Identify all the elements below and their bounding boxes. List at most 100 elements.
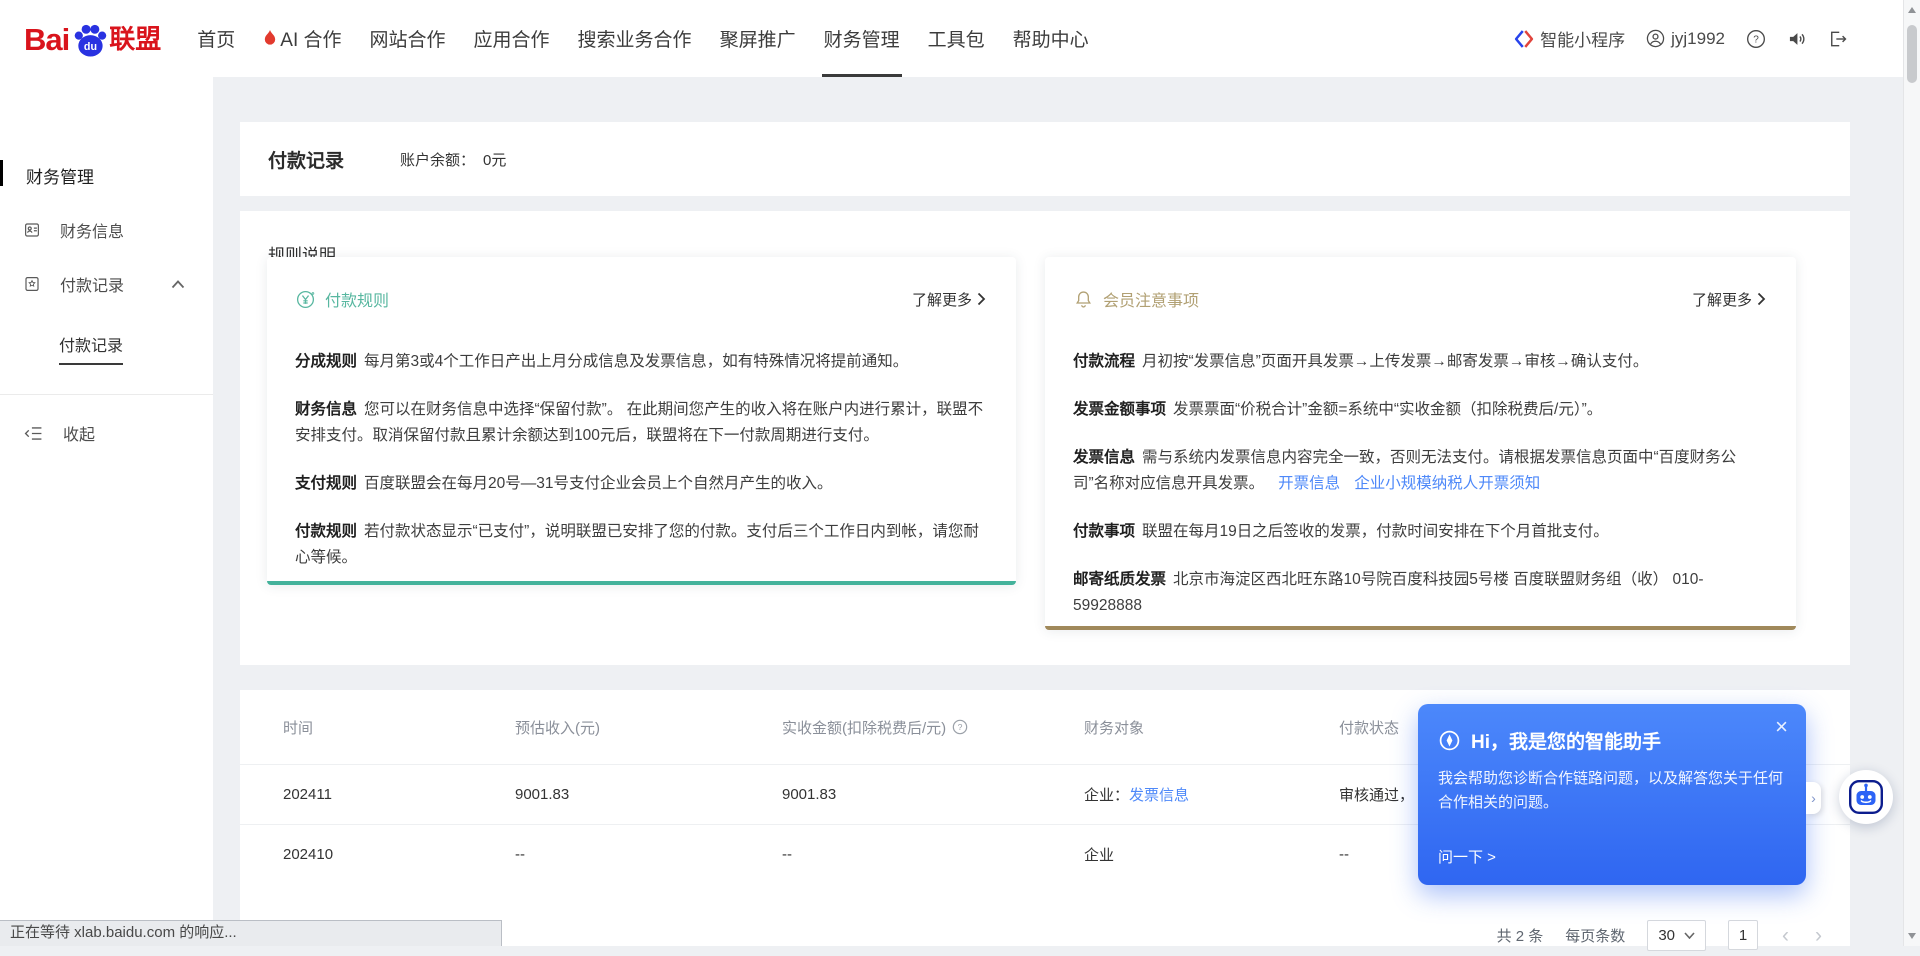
user-account[interactable]: jyj1992	[1646, 29, 1725, 49]
nav-label: 帮助中心	[1013, 25, 1089, 52]
rule-item: 邮寄纸质发票北京市海淀区西北旺东路10号院百度科技园5号楼 百度联盟财务组（收）…	[1073, 567, 1766, 619]
nav-item-finance[interactable]: 财务管理	[810, 0, 914, 77]
payment-rules-title: 付款规则	[325, 287, 389, 311]
assistant-robot-button[interactable]	[1839, 770, 1893, 824]
sound-icon[interactable]	[1787, 29, 1807, 49]
rule-text: 百度联盟会在每月20号—31号支付企业会员上个自然月产生的收入。	[364, 475, 832, 492]
member-notes-more-link[interactable]: 了解更多	[1692, 289, 1766, 310]
nav-item-app[interactable]: 应用合作	[460, 0, 564, 77]
pagination-next-icon[interactable]: ›	[1813, 925, 1824, 946]
nav-label: 网站合作	[370, 25, 446, 52]
robot-icon	[1848, 779, 1884, 815]
rule-label: 发票金额事项	[1073, 401, 1166, 418]
col-header-actual: 实收金额(扣除税费后/元) ?	[782, 717, 1084, 738]
invoice-info-link[interactable]: 发票信息	[1129, 787, 1189, 804]
nav-item-screen-promo[interactable]: 聚屏推广	[706, 0, 810, 77]
nav-item-home[interactable]: 首页	[183, 0, 249, 77]
nav-item-ai[interactable]: AI 合作	[249, 0, 355, 77]
assistant-message: 我会帮助您诊断合作链路问题，以及解答您关于任何合作相关的问题。	[1418, 754, 1806, 815]
sidebar-item-finance-info[interactable]: 财务信息	[0, 218, 213, 242]
mini-program-label: 智能小程序	[1540, 26, 1625, 51]
username-label: jyj1992	[1671, 29, 1725, 49]
sidebar-subitem-payment-record[interactable]: 付款记录	[0, 332, 213, 356]
scrollbar-thumb[interactable]	[1907, 25, 1917, 83]
scrollbar-up-arrow-icon[interactable]	[1908, 7, 1916, 13]
sidebar-collapse-button[interactable]: 收起	[0, 421, 213, 445]
nav-label: AI 合作	[280, 25, 341, 52]
collapse-label: 收起	[63, 421, 95, 445]
rule-item: 发票金额事项发票票面“价税合计”金额=系统中“实收金额（扣除税费后/元）”。	[1073, 397, 1766, 423]
payment-rules-more-link[interactable]: 了解更多	[912, 289, 986, 310]
nav-label: 应用合作	[474, 25, 550, 52]
mini-program-link[interactable]: 智能小程序	[1514, 26, 1625, 51]
logout-icon[interactable]	[1828, 29, 1848, 49]
member-notes-title: 会员注意事项	[1103, 287, 1199, 311]
nav-item-help-center[interactable]: 帮助中心	[999, 0, 1103, 77]
scrollbar[interactable]	[1903, 0, 1920, 946]
help-icon[interactable]: ?	[1746, 29, 1766, 49]
assistant-collapse-tab[interactable]: ›	[1806, 782, 1821, 814]
chevron-up-icon	[171, 280, 185, 289]
nav-item-website[interactable]: 网站合作	[356, 0, 460, 77]
cell-entity: 企业	[1084, 844, 1339, 865]
top-nav-bar: Bai du 联盟 首页 AI 合作 网站合作 应用合作 搜索业务合作 聚屏推广…	[0, 0, 1903, 77]
flame-icon	[263, 30, 277, 48]
pagination: 共 2 条 每页条数 30 1 ‹ ›	[1497, 914, 1824, 956]
baidu-paw-icon: du	[71, 23, 108, 58]
assistant-header: Hi，我是您的智能助手	[1418, 704, 1806, 754]
rule-item: 付款规则若付款状态显示“已支付”，说明联盟已安排了您的付款。支付后三个工作日内到…	[295, 519, 986, 571]
col-header-estimated: 预估收入(元)	[515, 717, 782, 738]
assistant-ask-link[interactable]: 问一下 >	[1438, 846, 1496, 867]
entity-label: 企业：	[1084, 787, 1129, 804]
rules-section: 规则说明 付款规则 了解更多 分成规则每月第3或4个工作日产出上月分成信息及发票…	[240, 211, 1850, 665]
assistant-popup: Hi，我是您的智能助手 × 我会帮助您诊断合作链路问题，以及解答您关于任何合作相…	[1418, 704, 1806, 885]
invoice-info-link[interactable]: 开票信息	[1278, 475, 1340, 492]
cell-estimated: 9001.83	[515, 786, 782, 803]
sidebar-item-payment-record[interactable]: 付款记录	[0, 272, 213, 296]
active-section-indicator	[0, 160, 3, 186]
nav-item-search-business[interactable]: 搜索业务合作	[564, 0, 706, 77]
svg-text:du: du	[84, 41, 97, 53]
chevron-right-icon	[1757, 292, 1766, 306]
rule-text: 您可以在财务信息中选择“保留付款”。 在此期间您产生的收入将在账户内进行累计，联…	[295, 401, 983, 444]
col-header-time: 时间	[283, 717, 515, 738]
rule-item: 付款流程月初按“发票信息”页面开具发票→上传发票→邮寄发票→审核→确认支付。	[1073, 349, 1766, 375]
cell-actual: --	[782, 846, 1084, 863]
page-header-card: 付款记录 账户余额：0元	[240, 122, 1850, 196]
sidebar-section-finance[interactable]: 财务管理	[0, 163, 213, 188]
close-icon[interactable]: ×	[1775, 716, 1788, 738]
rule-text: 北京市海淀区西北旺东路10号院百度科技园5号楼 百度联盟财务组（收） 010-5…	[1073, 571, 1704, 614]
balance-value: 0元	[483, 152, 506, 169]
browser-status-bar: 正在等待 xlab.baidu.com 的响应...	[0, 920, 502, 946]
payment-rules-icon	[295, 289, 316, 310]
collapse-icon	[24, 425, 43, 442]
cell-estimated: --	[515, 846, 782, 863]
pagination-prev-icon[interactable]: ‹	[1780, 925, 1791, 946]
logo-text-bai: Bai	[24, 22, 69, 58]
svg-text:?: ?	[958, 722, 963, 732]
rule-label: 邮寄纸质发票	[1073, 571, 1166, 588]
scrollbar-down-arrow-icon[interactable]	[1908, 933, 1916, 939]
nav-item-toolkit[interactable]: 工具包	[914, 0, 999, 77]
rule-item: 财务信息您可以在财务信息中选择“保留付款”。 在此期间您产生的收入将在账户内进行…	[295, 397, 986, 449]
col-header-entity: 财务对象	[1084, 717, 1339, 738]
mini-program-icon	[1514, 29, 1534, 49]
rule-text: 发票票面“价税合计”金额=系统中“实收金额（扣除税费后/元）”。	[1173, 401, 1602, 418]
rule-label: 付款事项	[1073, 523, 1135, 540]
user-icon	[1646, 29, 1665, 48]
finance-info-icon	[23, 221, 41, 239]
logo-text-lianmeng: 联盟	[109, 19, 161, 58]
sidebar-item-label: 财务信息	[60, 218, 124, 242]
rule-label: 财务信息	[295, 401, 357, 418]
nav-label: 工具包	[928, 25, 985, 52]
question-circle-icon[interactable]: ?	[952, 719, 968, 735]
baidu-union-logo[interactable]: Bai du 联盟	[0, 19, 161, 58]
rule-label: 发票信息	[1073, 449, 1135, 466]
member-notes-card: 会员注意事项 了解更多 付款流程月初按“发票信息”页面开具发票→上传发票→邮寄发…	[1045, 257, 1796, 630]
nav-label: 聚屏推广	[720, 25, 796, 52]
balance-label: 账户余额：	[400, 152, 475, 169]
small-taxpayer-notice-link[interactable]: 企业小规模纳税人开票须知	[1354, 475, 1540, 492]
chevron-down-icon	[1684, 932, 1695, 939]
cell-actual: 9001.83	[782, 786, 1084, 803]
sidebar-divider	[0, 394, 213, 395]
